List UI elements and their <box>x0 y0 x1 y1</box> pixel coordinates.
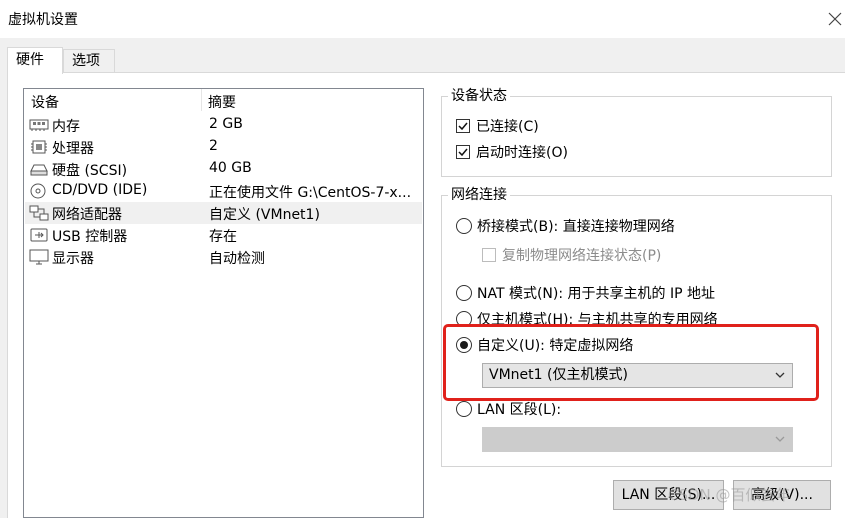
device-summary: 自动检测 <box>209 251 265 267</box>
close-icon <box>828 12 842 26</box>
device-row-network-adapter[interactable]: 网络适配器 自定义 (VMnet1) <box>25 202 422 224</box>
usb-controller-icon <box>30 228 48 242</box>
device-summary: 2 <box>209 138 218 154</box>
connect-at-power-on-label: 启动时连接(O) <box>476 145 568 161</box>
device-row-hard-disk[interactable]: 硬盘 (SCSI) 40 GB <box>25 158 422 180</box>
device-row-cd-dvd[interactable]: CD/DVD (IDE) 正在使用文件 G:\CentOS-7-x... <box>25 180 422 202</box>
network-connection-title: 网络连接 <box>448 186 510 204</box>
column-header-device[interactable]: 设备 <box>31 92 59 112</box>
device-summary: 正在使用文件 G:\CentOS-7-x... <box>209 185 412 201</box>
device-name: 硬盘 (SCSI) <box>52 163 128 179</box>
highlight-annotation <box>443 324 819 401</box>
cd-dvd-icon <box>30 183 46 199</box>
memory-icon <box>29 119 49 131</box>
device-row-usb-controller[interactable]: USB 控制器 存在 <box>25 224 422 246</box>
processor-icon <box>31 140 47 154</box>
device-name: 内存 <box>52 119 80 135</box>
chevron-down-icon <box>775 436 785 442</box>
radio-circle[interactable] <box>456 285 472 301</box>
lan-segment-label: LAN 区段(L): <box>477 402 562 418</box>
device-name: 处理器 <box>52 141 94 157</box>
tab-hardware[interactable]: 硬件 <box>7 47 63 74</box>
device-name: 网络适配器 <box>52 207 122 223</box>
nat-label: NAT 模式(N): 用于共享主机的 IP 地址 <box>477 286 715 302</box>
device-summary: 自定义 (VMnet1) <box>209 207 320 223</box>
display-icon <box>29 249 49 265</box>
checkmark-icon <box>458 122 468 131</box>
replicate-physical-state-checkbox[interactable]: 复制物理网络连接状态(P) <box>482 245 661 265</box>
watermark-text: CSDN @百似尝年 <box>668 486 791 504</box>
device-row-memory[interactable]: 内存 2 GB <box>25 114 422 136</box>
device-status-group: 设备状态 已连接(C) 启动时连接(O) <box>441 87 832 177</box>
checkbox-box[interactable] <box>456 145 470 159</box>
bridged-radio[interactable]: 桥接模式(B): 直接连接物理网络 <box>456 216 675 236</box>
network-adapter-icon <box>29 205 49 221</box>
radio-circle[interactable] <box>456 401 472 417</box>
device-summary: 40 GB <box>209 160 252 176</box>
checkmark-icon <box>458 148 468 157</box>
column-divider[interactable] <box>201 89 202 111</box>
connected-checkbox[interactable]: 已连接(C) <box>456 116 539 136</box>
lan-segment-select[interactable] <box>482 427 793 452</box>
replicate-physical-state-label: 复制物理网络连接状态(P) <box>502 248 662 264</box>
hard-disk-icon <box>30 164 48 176</box>
device-summary: 2 GB <box>209 116 243 132</box>
device-list[interactable]: 设备 摘要 内存 2 GB 处理器 2 硬盘 (SCSI) 40 GB CD/D… <box>23 88 424 518</box>
checkbox-box[interactable] <box>456 119 470 133</box>
checkbox-box[interactable] <box>482 248 496 262</box>
connected-label: 已连接(C) <box>476 119 539 135</box>
nat-radio[interactable]: NAT 模式(N): 用于共享主机的 IP 地址 <box>456 283 715 303</box>
bridged-label: 桥接模式(B): 直接连接物理网络 <box>477 219 675 235</box>
device-name: USB 控制器 <box>52 229 128 245</box>
close-button[interactable] <box>822 6 845 32</box>
device-name: CD/DVD (IDE) <box>52 182 148 198</box>
column-header-summary[interactable]: 摘要 <box>208 92 236 112</box>
radio-circle[interactable] <box>456 218 472 234</box>
device-row-processor[interactable]: 处理器 2 <box>25 136 422 158</box>
connect-at-power-on-checkbox[interactable]: 启动时连接(O) <box>456 142 568 162</box>
device-row-display[interactable]: 显示器 自动检测 <box>25 246 422 268</box>
device-status-title: 设备状态 <box>448 87 510 105</box>
device-summary: 存在 <box>209 229 237 245</box>
title-bar: 虚拟机设置 <box>0 0 845 38</box>
device-name: 显示器 <box>52 251 94 267</box>
lan-segment-radio[interactable]: LAN 区段(L): <box>456 399 561 419</box>
window-title: 虚拟机设置 <box>8 12 78 28</box>
tab-options[interactable]: 选项 <box>63 49 115 73</box>
